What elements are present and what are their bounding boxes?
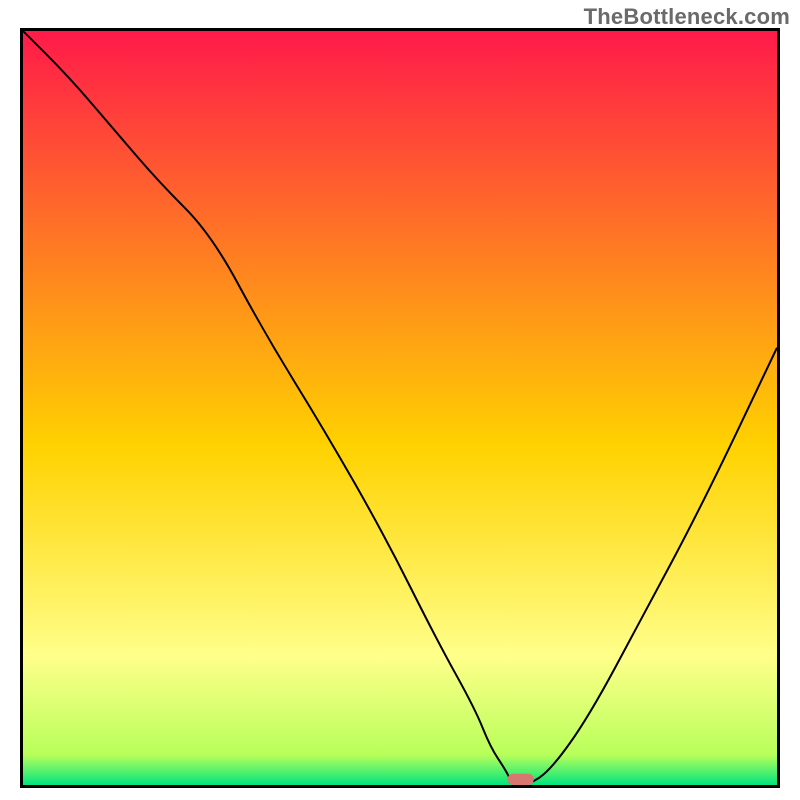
- optimal-marker: [507, 774, 533, 785]
- plot-area: [20, 28, 780, 788]
- watermark-text: TheBottleneck.com: [584, 4, 790, 30]
- chart-stage: TheBottleneck.com: [0, 0, 800, 800]
- chart-svg: [23, 31, 777, 785]
- heat-background: [23, 31, 777, 785]
